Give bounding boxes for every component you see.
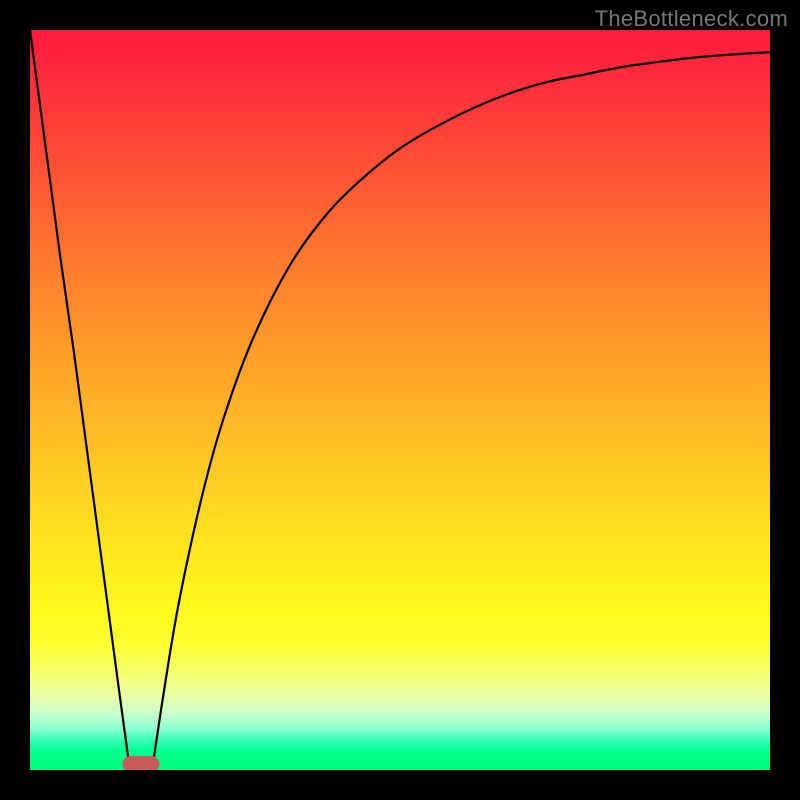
plot-area (30, 30, 770, 770)
curve-path (30, 30, 770, 770)
curves-svg (30, 30, 770, 770)
curve-group (30, 30, 770, 770)
min-marker (123, 756, 160, 770)
watermark-text: TheBottleneck.com (595, 6, 788, 32)
chart-frame: TheBottleneck.com (0, 0, 800, 800)
marker-group (123, 756, 160, 770)
